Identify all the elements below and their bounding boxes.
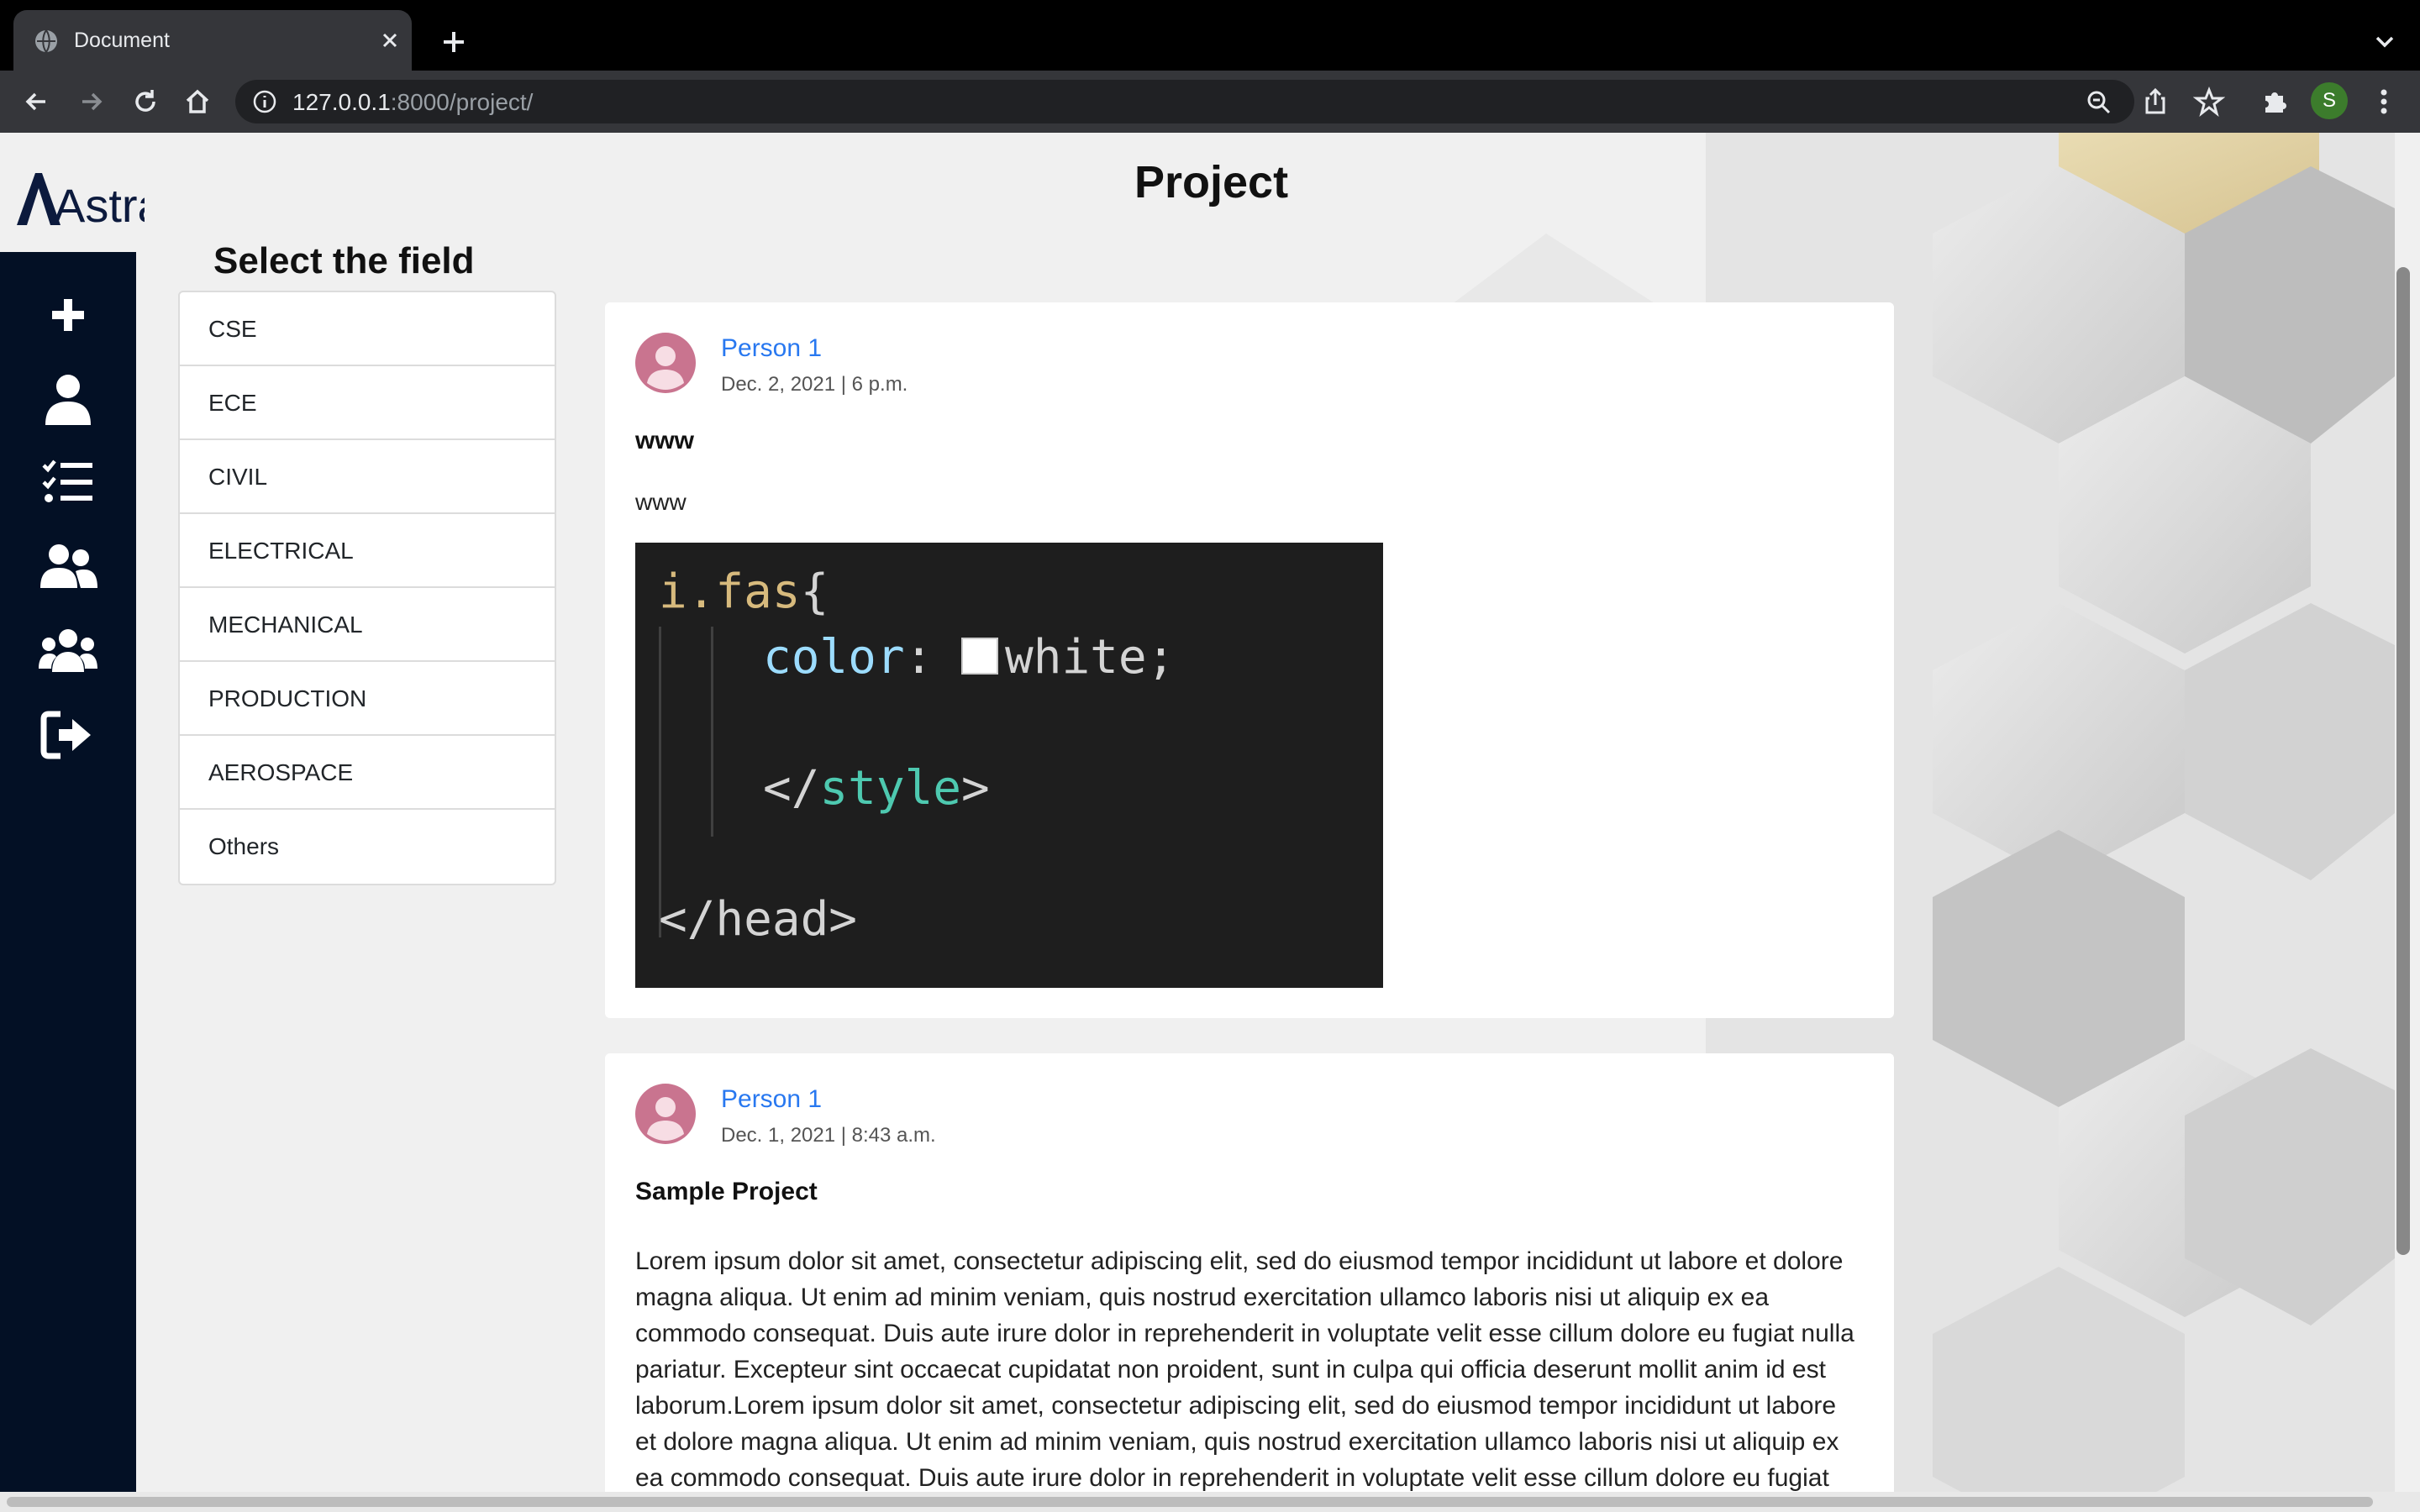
post-image-code-screenshot: i.fas{ color: white; </style> </head> (635, 543, 1383, 988)
field-item-others[interactable]: Others (180, 810, 555, 884)
field-item-civil[interactable]: CIVIL (180, 440, 555, 514)
post-author-link[interactable]: Person 1 (721, 334, 822, 363)
indent-guide (711, 627, 713, 837)
code-tag-close: > (961, 761, 990, 816)
field-list: CSE ECE CIVIL ELECTRICAL MECHANICAL PROD… (178, 291, 556, 885)
code-tag-name: style (819, 761, 962, 816)
code-value: white; (1005, 630, 1176, 685)
code-colon: : (904, 630, 934, 685)
browser-tab[interactable]: Document (13, 10, 412, 71)
horizontal-scrollbar-thumb[interactable] (7, 1497, 2373, 1507)
tasks-icon[interactable] (39, 454, 97, 512)
chevron-down-icon[interactable] (2370, 27, 2400, 57)
zoom-icon[interactable] (2086, 89, 2112, 116)
tab-title: Document (74, 29, 170, 52)
field-item-electrical[interactable]: ELECTRICAL (180, 514, 555, 588)
page-title: Project (1134, 157, 1289, 207)
back-arrow-icon[interactable] (20, 86, 52, 118)
code-property: color (763, 630, 905, 685)
address-bar[interactable]: 127.0.0.1:8000/project/ (235, 80, 2134, 123)
post-author-link[interactable]: Person 1 (721, 1085, 822, 1114)
field-item-cse[interactable]: CSE (180, 292, 555, 366)
globe-icon (35, 29, 57, 53)
page-viewport: Astra (0, 133, 2420, 1512)
author-avatar (635, 1084, 696, 1144)
code-brace: { (800, 564, 829, 619)
code-selector: i.fas (659, 564, 801, 619)
field-item-mechanical[interactable]: MECHANICAL (180, 588, 555, 662)
vertical-scrollbar-thumb[interactable] (2396, 267, 2410, 1255)
url-path: :8000/project/ (390, 89, 534, 115)
home-icon[interactable] (182, 86, 213, 118)
reload-icon[interactable] (129, 86, 161, 118)
extensions-icon[interactable] (2259, 86, 2291, 118)
code-tag-open: </ (763, 761, 820, 816)
field-item-production[interactable]: PRODUCTION (180, 662, 555, 736)
post-date: Dec. 2, 2021 | 6 p.m. (721, 373, 908, 396)
author-avatar (635, 333, 696, 393)
plus-icon[interactable] (39, 286, 97, 344)
share-icon[interactable] (2139, 86, 2171, 118)
logo-text: Astra (54, 179, 145, 228)
astra-logo[interactable]: Astra (13, 170, 145, 228)
color-swatch (961, 638, 999, 675)
browser-toolbar: 127.0.0.1:8000/project/ S (0, 71, 2420, 134)
post-date: Dec. 1, 2021 | 8:43 a.m. (721, 1124, 936, 1147)
new-tab-icon[interactable] (437, 25, 471, 59)
field-item-aerospace[interactable]: AEROSPACE (180, 736, 555, 810)
browser-tabstrip: Document (0, 0, 2420, 71)
post-body: Lorem ipsum dolor sit amet, consectetur … (635, 1247, 1854, 1512)
star-icon[interactable] (2193, 86, 2225, 118)
field-item-ece[interactable]: ECE (180, 366, 555, 440)
profile-avatar[interactable]: S (2311, 82, 2348, 119)
url-host: 127.0.0.1 (292, 89, 391, 115)
sign-out-icon[interactable] (39, 706, 97, 764)
post-card: Person 1 Dec. 1, 2021 | 8:43 a.m. Sample… (605, 1053, 1894, 1512)
forward-arrow-icon[interactable] (76, 86, 108, 118)
field-heading: Select the field (213, 240, 475, 281)
post-title: www (635, 427, 695, 454)
users-icon[interactable] (39, 622, 97, 680)
user-icon[interactable] (39, 370, 97, 428)
info-icon[interactable] (252, 89, 277, 114)
user-friends-icon[interactable] (39, 538, 97, 596)
code-head-close: </head> (659, 892, 858, 947)
post-body: www (635, 489, 687, 515)
close-tab-icon[interactable] (376, 27, 403, 54)
horizontal-scrollbar[interactable] (0, 1492, 2420, 1512)
post-title: Sample Project (635, 1178, 818, 1205)
indent-guide (659, 627, 661, 937)
post-card: Person 1 Dec. 2, 2021 | 6 p.m. www www i… (605, 302, 1894, 1018)
url-text[interactable]: 127.0.0.1:8000/project/ (292, 89, 533, 116)
left-sidebar (0, 252, 136, 1512)
kebab-menu-icon[interactable] (2368, 86, 2400, 118)
